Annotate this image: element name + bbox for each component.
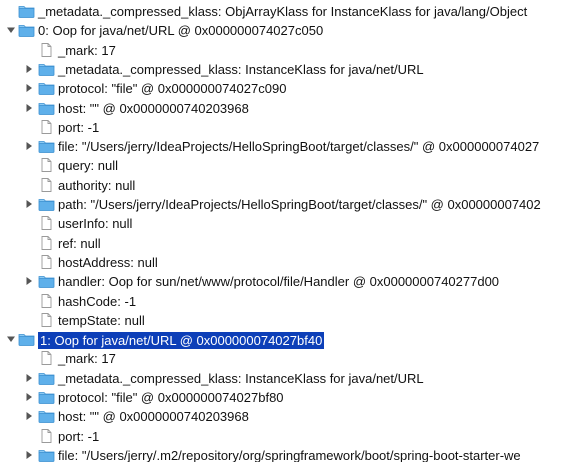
tree-row-label: tempState: null [58, 312, 145, 328]
triangle-down-icon[interactable] [5, 24, 17, 36]
tree-row[interactable]: _mark: 17 [0, 349, 563, 368]
object-inspector-tree[interactable]: _metadata._compressed_klass: ObjArrayKla… [0, 0, 563, 462]
folder-icon [38, 138, 55, 154]
tree-row-label: 1: Oop for java/net/URL @ 0x000000074027… [38, 332, 325, 350]
file-icon [38, 293, 55, 309]
file-icon [38, 177, 55, 193]
tree-row-label: userInfo: null [58, 216, 133, 232]
tree-row-label: ref: null [58, 235, 101, 251]
tree-row-label: query: null [58, 158, 118, 174]
tree-row-label: _mark: 17 [58, 351, 116, 367]
tree-row-label: file: "/Users/jerry/IdeaProjects/HelloSp… [58, 139, 540, 155]
triangle-right-icon[interactable] [23, 391, 35, 403]
file-icon [38, 350, 55, 366]
triangle-right-icon[interactable] [23, 198, 35, 210]
file-icon [38, 235, 55, 251]
tree-row-label: host: "" @ 0x0000000740203968 [58, 100, 249, 116]
folder-icon [18, 331, 35, 347]
tree-row[interactable]: path: "/Users/jerry/IdeaProjects/HelloSp… [0, 195, 563, 214]
triangle-right-icon[interactable] [23, 102, 35, 114]
triangle-right-icon[interactable] [23, 275, 35, 287]
folder-icon [38, 389, 55, 405]
folder-icon [38, 370, 55, 386]
triangle-right-icon[interactable] [23, 63, 35, 75]
tree-row[interactable]: file: "/Users/jerry/.m2/repository/org/s… [0, 446, 563, 462]
tree-row[interactable]: host: "" @ 0x0000000740203968 [0, 407, 563, 426]
triangle-right-icon[interactable] [23, 449, 35, 461]
tree-row[interactable]: _metadata._compressed_klass: ObjArrayKla… [0, 2, 563, 21]
file-icon [38, 215, 55, 231]
tree-row-label: _metadata._compressed_klass: InstanceKla… [58, 61, 424, 77]
file-icon [38, 42, 55, 58]
folder-icon [38, 447, 55, 462]
folder-icon [38, 273, 55, 289]
file-icon [38, 157, 55, 173]
tree-row[interactable]: protocol: "file" @ 0x000000074027bf80 [0, 388, 563, 407]
folder-icon [38, 196, 55, 212]
tree-row-label: hostAddress: null [58, 254, 158, 270]
tree-row-label: file: "/Users/jerry/.m2/repository/org/s… [58, 447, 521, 462]
tree-row[interactable]: _mark: 17 [0, 41, 563, 60]
tree-row[interactable]: port: -1 [0, 118, 563, 137]
tree-row[interactable]: _metadata._compressed_klass: InstanceKla… [0, 60, 563, 79]
folder-icon [38, 61, 55, 77]
folder-icon [18, 22, 35, 38]
tree-row[interactable]: hashCode: -1 [0, 292, 563, 311]
folder-icon [38, 408, 55, 424]
file-icon [38, 312, 55, 328]
triangle-right-icon[interactable] [23, 410, 35, 422]
tree-row-label: host: "" @ 0x0000000740203968 [58, 409, 249, 425]
triangle-right-icon[interactable] [23, 82, 35, 94]
tree-row[interactable]: 0: Oop for java/net/URL @ 0x000000074027… [0, 21, 563, 40]
tree-row-label: hashCode: -1 [58, 293, 137, 309]
tree-row-label: _mark: 17 [58, 42, 116, 58]
tree-row[interactable]: userInfo: null [0, 214, 563, 233]
tree-row[interactable]: query: null [0, 156, 563, 175]
tree-row-label: _metadata._compressed_klass: ObjArrayKla… [38, 4, 528, 19]
folder-icon [18, 3, 35, 19]
file-icon [38, 254, 55, 270]
tree-row[interactable]: tempState: null [0, 311, 563, 330]
tree-row[interactable]: protocol: "file" @ 0x000000074027c090 [0, 79, 563, 98]
tree-row-label: port: -1 [58, 119, 100, 135]
tree-row-label: path: "/Users/jerry/IdeaProjects/HelloSp… [58, 197, 541, 212]
triangle-right-icon[interactable] [23, 140, 35, 152]
tree-row-label: port: -1 [58, 428, 100, 444]
tree-row[interactable]: authority: null [0, 176, 563, 195]
tree-row-label: _metadata._compressed_klass: InstanceKla… [58, 370, 424, 386]
tree-row[interactable]: handler: Oop for sun/net/www/protocol/fi… [0, 272, 563, 291]
folder-icon [38, 100, 55, 116]
folder-icon [38, 80, 55, 96]
tree-row-selected[interactable]: 1: Oop for java/net/URL @ 0x000000074027… [0, 330, 563, 350]
tree-row[interactable]: _metadata._compressed_klass: InstanceKla… [0, 369, 563, 388]
file-icon [38, 119, 55, 135]
tree-row[interactable]: port: -1 [0, 427, 563, 446]
file-icon [38, 428, 55, 444]
tree-row[interactable]: file: "/Users/jerry/IdeaProjects/HelloSp… [0, 137, 563, 156]
tree-row[interactable]: host: "" @ 0x0000000740203968 [0, 99, 563, 118]
tree-row-label: 0: Oop for java/net/URL @ 0x000000074027… [38, 23, 324, 39]
tree-row[interactable]: ref: null [0, 234, 563, 253]
tree-row-label: protocol: "file" @ 0x000000074027bf80 [58, 390, 284, 405]
tree-row-label: protocol: "file" @ 0x000000074027c090 [58, 81, 287, 97]
triangle-right-icon[interactable] [23, 372, 35, 384]
tree-row-label: authority: null [58, 177, 136, 193]
tree-row[interactable]: hostAddress: null [0, 253, 563, 272]
tree-row-label: handler: Oop for sun/net/www/protocol/fi… [58, 274, 500, 290]
triangle-down-icon[interactable] [5, 333, 17, 345]
